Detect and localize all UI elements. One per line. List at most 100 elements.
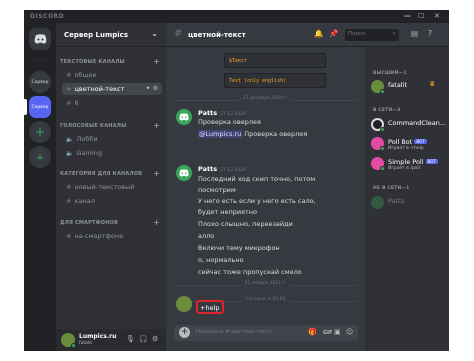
member-commandclean[interactable]: CommandClean... (371, 116, 447, 134)
channel-kanal[interactable]: # канал (62, 195, 162, 207)
guild-header[interactable]: Сервер Lumpics ⌄ (56, 23, 166, 47)
category-smartphones[interactable]: ДЛЯ СМАРТФОНОВ + (60, 218, 164, 227)
server-icon-1[interactable]: Сервер (29, 71, 51, 93)
add-channel-icon[interactable]: + (153, 218, 160, 227)
bot-badge: BOT (425, 159, 438, 164)
online-status-dot (380, 166, 385, 171)
add-channel-icon[interactable]: + (153, 169, 160, 178)
member-status: Играет в /poll (388, 166, 420, 171)
avatar[interactable] (176, 296, 192, 312)
home-button[interactable] (29, 28, 51, 50)
category-for-channels[interactable]: КАТЕГОРИЯ ДЛЯ КАНАЛОВ + (60, 169, 164, 178)
close-icon[interactable]: ✕ (434, 12, 440, 20)
user-mention[interactable]: @Lumpics.ru (198, 130, 243, 138)
code-block: $Текст (224, 53, 326, 68)
voice-channel-lobby[interactable]: 🔈 Лобби (62, 133, 162, 145)
search-icon: ⌕ (392, 30, 396, 37)
guild-name: Сервер Lumpics (64, 31, 128, 39)
channel-title: цветной-текст (188, 31, 246, 39)
member-list: ВЫСШИЙ—1 fatalit ♛ В СЕТИ—3 CommandClean… (365, 47, 449, 351)
message-text: У него есть если у него есть сало, (198, 197, 316, 205)
avatar[interactable] (176, 165, 192, 181)
message-text: Плохо слышно, переезайди (198, 220, 293, 228)
message-composer[interactable]: + Написать #цветной-текст 🎁 GIF ▣ ☺ (174, 325, 358, 341)
add-channel-icon[interactable]: + (153, 57, 160, 66)
member-fatalit[interactable]: fatalit ♛ (371, 78, 447, 96)
channel-sidebar: Сервер Lumpics ⌄ ТЕКСТОВЫЕ КАНАЛЫ + # общ… (56, 23, 166, 351)
help-icon[interactable]: ? (428, 29, 432, 38)
search-input[interactable]: Поиск ⌕ (345, 29, 399, 41)
discord-window: DISCORD — ☐ ✕ Сервер Сервер + ⌖ Сервер L… (24, 10, 449, 351)
voice-channel-gaming[interactable]: 🔈 Gaming (62, 147, 162, 159)
hash-icon: # (66, 99, 72, 107)
message-text: сейчас тоже пропускай смело (198, 268, 302, 276)
online-status-dot (380, 89, 385, 94)
app-brand: DISCORD (30, 13, 65, 20)
headphones-icon[interactable]: 🎧 (139, 335, 148, 343)
minimize-icon[interactable]: — (404, 12, 412, 20)
add-channel-icon[interactable]: + (153, 121, 160, 130)
chevron-down-icon: ⌄ (151, 29, 158, 38)
channel-new-text[interactable]: # новый-текстовый (62, 181, 162, 193)
member-poll-bot[interactable]: Poll Bot BOT Играет в +help (371, 135, 447, 153)
maximize-icon[interactable]: ☐ (418, 12, 425, 20)
server-separator (34, 59, 46, 60)
online-status-dot (380, 127, 385, 132)
avatar (371, 196, 384, 209)
message-input-placeholder: Написать #цветной-текст (196, 329, 273, 335)
title-bar: DISCORD — ☐ ✕ (24, 10, 449, 23)
channel-settings-icon[interactable]: ✦ ⚙ (146, 85, 158, 92)
message-text: о, нормально (198, 256, 244, 264)
member-patts[interactable]: Patts (371, 194, 447, 212)
discord-logo-icon (179, 169, 189, 177)
bell-icon[interactable]: 🔔 (314, 29, 323, 38)
message-text: алло (198, 232, 215, 240)
message-text: посмотрим (198, 186, 236, 194)
category-text-channels[interactable]: ТЕКСТОВЫЕ КАНАЛЫ + (60, 57, 164, 66)
emoji-icon[interactable]: ☺ (346, 328, 353, 336)
channel-colored-text[interactable]: # цветной-текст ✦ ⚙ (62, 83, 162, 95)
inbox-icon[interactable]: ▤ (411, 29, 418, 38)
member-simple-poll[interactable]: Simple Poll BOT Играет в /poll (371, 155, 447, 173)
message-text: Проверка оверлея (198, 118, 261, 126)
channel-on-smartphone[interactable]: # на-смартфоне (62, 230, 162, 242)
gift-icon[interactable]: 🎁 (308, 328, 317, 336)
channel-general[interactable]: # общее (62, 69, 162, 81)
attach-plus-icon[interactable]: + (179, 327, 190, 338)
pin-icon[interactable]: 📌 (329, 29, 338, 38)
online-status-dot (380, 146, 385, 151)
sticker-icon[interactable]: ▣ (334, 328, 341, 336)
crown-icon: ♛ (429, 80, 436, 88)
online-status-dot (71, 343, 76, 348)
explore-servers-button[interactable]: ⌖ (29, 146, 51, 168)
member-status: Играет в +help (388, 146, 424, 151)
microphone-icon[interactable]: 🎙 (126, 335, 135, 343)
message-timestamp: 27.12.2020 (220, 168, 246, 173)
message-author[interactable]: Patts 27.12.2020 (198, 165, 246, 173)
message-text: @Lumpics.ru Проверка оверлея (198, 130, 307, 138)
avatar[interactable] (176, 109, 192, 125)
category-voice-channels[interactable]: ГОЛОСОВЫЕ КАНАЛЫ + (60, 121, 164, 130)
own-message-text: +help (200, 304, 220, 312)
server-icon-active[interactable]: Сервер (29, 96, 51, 118)
channel-6[interactable]: #6 (62, 97, 162, 109)
message-author[interactable]: Patts 27.12.2020 (198, 109, 246, 117)
add-server-button[interactable]: + (29, 121, 51, 143)
server-list: Сервер Сервер + ⌖ (24, 23, 56, 351)
message-text: будет неприятно (198, 208, 257, 216)
gif-icon[interactable]: GIF (323, 330, 332, 336)
speaker-icon: 🔈 (66, 136, 74, 143)
code-block: Text (only english) (224, 73, 326, 88)
message-list: $Текст Text (only english) 27 декабря 20… (166, 47, 365, 321)
speaker-icon: 🔈 (66, 150, 74, 157)
user-panel: Lumpics.ru fatalit 🎙 🎧 ⚙ (56, 329, 166, 351)
message-text-rest: Проверка оверлея (244, 130, 308, 138)
chat-header: # цветной-текст 🔔 📌 Поиск ⌕ ▤ ? (166, 23, 449, 47)
message-text: Последний ход скип точно, потом (198, 175, 316, 183)
hash-icon: # (174, 28, 183, 39)
date-divider: 27 декабря 2020 г. (174, 96, 357, 101)
selected-server-pill (24, 99, 27, 115)
username: Lumpics.ru (79, 333, 117, 340)
hash-icon: # (66, 197, 72, 205)
gear-icon[interactable]: ⚙ (152, 335, 158, 343)
